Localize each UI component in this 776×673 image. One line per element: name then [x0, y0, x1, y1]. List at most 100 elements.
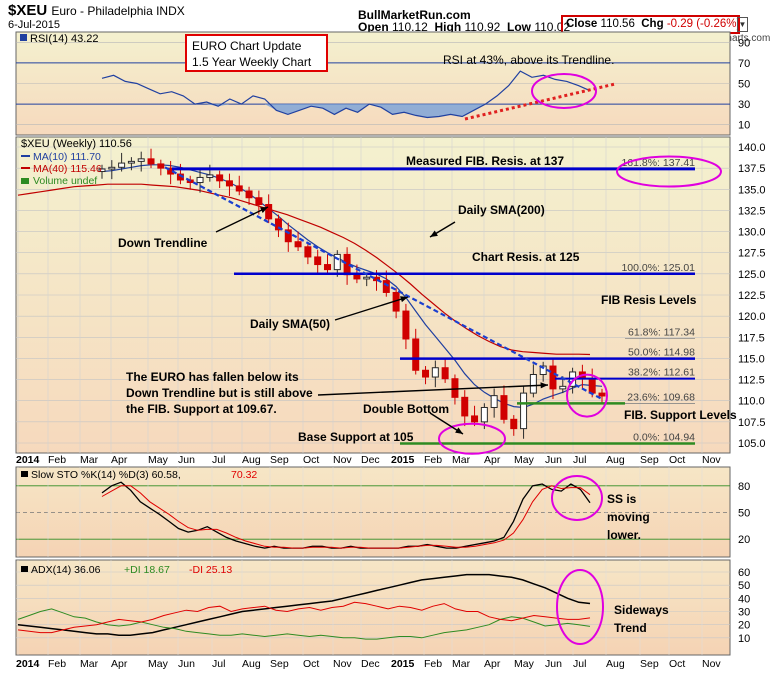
price-tick-label: 130.0: [738, 227, 766, 239]
rsi-tick-label: 50: [738, 79, 750, 91]
fib-level-label: 100.0%: 125.01: [621, 262, 695, 274]
candle-body: [422, 369, 430, 378]
candle-body: [559, 385, 567, 390]
adx-x-label: Sep: [640, 658, 659, 670]
price-x-label: Aug: [242, 454, 261, 466]
candle-body: [500, 395, 508, 420]
price-x-label: Feb: [424, 454, 442, 466]
price-x-label: Oct: [303, 454, 319, 466]
adx-x-label: Oct: [303, 658, 319, 670]
fib-level-label: 50.0%: 114.98: [628, 347, 695, 359]
fib-level-label: 23.6%: 109.68: [627, 391, 695, 403]
price-tick-label: 122.5: [738, 290, 766, 302]
price-tick-label: 137.5: [738, 163, 766, 175]
stochastics-tick-label: 80: [738, 481, 750, 493]
candle-body: [382, 280, 390, 293]
stochastics-legend: Slow STO %K(14) %D(3) 60.58,: [31, 469, 181, 481]
candle-body: [412, 338, 420, 371]
adx-legend-plus-di: +DI 18.67: [124, 564, 170, 576]
fib-level-label: 38.2%: 112.61: [628, 367, 695, 379]
candle-body: [441, 367, 449, 380]
price-x-label: May: [148, 454, 169, 466]
adx-tick-label: 40: [738, 593, 750, 605]
candle-body: [108, 166, 116, 170]
candle-body: [216, 174, 224, 182]
adx-x-label: May: [514, 658, 535, 670]
candle-body: [147, 158, 155, 165]
price-x-label: Sep: [270, 454, 289, 466]
price-x-label: 2015: [391, 454, 415, 466]
stochastics-annotation-3: lower.: [607, 528, 641, 542]
candle-body: [206, 174, 214, 178]
price-tick-label: 117.5: [738, 332, 765, 344]
adx-tick-label: 10: [738, 633, 750, 645]
candle-body: [323, 264, 331, 271]
ma10-legend: MA(10) 111.70: [33, 151, 101, 163]
annotation-fib-resis: FIB Resis Levels: [601, 293, 697, 307]
annotation-fib-support: FIB. Support Levels: [624, 408, 737, 422]
ma40-legend: MA(40) 115.46: [33, 163, 102, 175]
volume-legend-swatch: [21, 178, 29, 184]
adx-x-label: Apr: [484, 658, 501, 670]
rsi-tick-label: 90: [738, 37, 750, 49]
price-x-label: Jun: [178, 454, 195, 466]
adx-x-label: Nov: [333, 658, 352, 670]
candle-body: [431, 367, 439, 378]
price-tick-label: 105.0: [738, 438, 766, 450]
stochastics-tick-label: 20: [738, 534, 750, 546]
candle-body: [520, 392, 528, 430]
adx-legend-minus-di: -DI 25.13: [189, 564, 232, 576]
annotation-euro-line-2: Down Trendline but is still above: [126, 386, 313, 400]
adx-x-label: Dec: [361, 658, 380, 670]
title-line-2: 1.5 Year Weekly Chart: [192, 55, 312, 69]
adx-x-label: Oct: [669, 658, 685, 670]
rsi-annotation: RSI at 43%, above its Trendline.: [443, 53, 614, 67]
chart-svg: 10 30 50 70 90 RSI(14) 43.22 EURO Chart Update…: [15, 31, 766, 670]
candle-body: [118, 162, 126, 168]
candle-body: [529, 373, 537, 394]
adx-x-label: Feb: [424, 658, 442, 670]
rsi-legend-swatch: [20, 34, 27, 41]
candle-body: [157, 163, 165, 169]
annotation-measured-fib: Measured FIB. Resis. at 137: [406, 154, 564, 168]
adx-x-label: Jun: [178, 658, 195, 670]
adx-tick-label: 30: [738, 607, 750, 619]
ma40-legend-swatch: [21, 167, 30, 169]
price-x-label: 2014: [16, 454, 40, 466]
price-x-label: Jun: [545, 454, 562, 466]
annotation-double-bottom: Double Bottom: [363, 402, 449, 416]
price-x-label: Dec: [361, 454, 380, 466]
price-x-label: Apr: [111, 454, 128, 466]
price-tick-label: 115.0: [738, 353, 765, 365]
price-x-label: Mar: [452, 454, 471, 466]
fib-level-label: 0.0%: 104.94: [633, 432, 695, 444]
candle-body: [510, 418, 518, 430]
fib-level-label: 161.8%: 137.41: [621, 157, 695, 169]
adx-annotation-2: Trend: [614, 621, 647, 635]
rsi-tick-label: 30: [738, 99, 750, 111]
adx-x-label: Mar: [452, 658, 471, 670]
title-line-1: EURO Chart Update: [192, 39, 302, 53]
annotation-chart-resis: Chart Resis. at 125: [472, 250, 580, 264]
fib-level-label: 61.8%: 117.34: [628, 327, 695, 339]
rsi-tick-label: 70: [738, 58, 750, 70]
candle-body: [598, 392, 606, 397]
price-x-label: Aug: [606, 454, 625, 466]
candle-body: [137, 158, 145, 162]
adx-tick-label: 60: [738, 567, 750, 579]
adx-x-label: Jul: [573, 658, 586, 670]
adx-x-label: Mar: [80, 658, 99, 670]
adx-x-label: Feb: [48, 658, 66, 670]
volume-legend: Volume undef: [33, 175, 97, 187]
price-tick-label: 107.5: [738, 417, 766, 429]
candle-body: [235, 185, 243, 192]
price-x-label: Mar: [80, 454, 99, 466]
adx-annotation-1: Sideways: [614, 603, 669, 617]
candle-body: [461, 396, 469, 417]
adx-x-label: Jul: [212, 658, 225, 670]
price-tick-label: 127.5: [738, 248, 766, 260]
stochastics-tick-label: 50: [738, 508, 750, 520]
price-tick-label: 110.0: [738, 396, 765, 408]
adx-tick-label: 20: [738, 620, 750, 632]
price-x-label: Apr: [484, 454, 501, 466]
